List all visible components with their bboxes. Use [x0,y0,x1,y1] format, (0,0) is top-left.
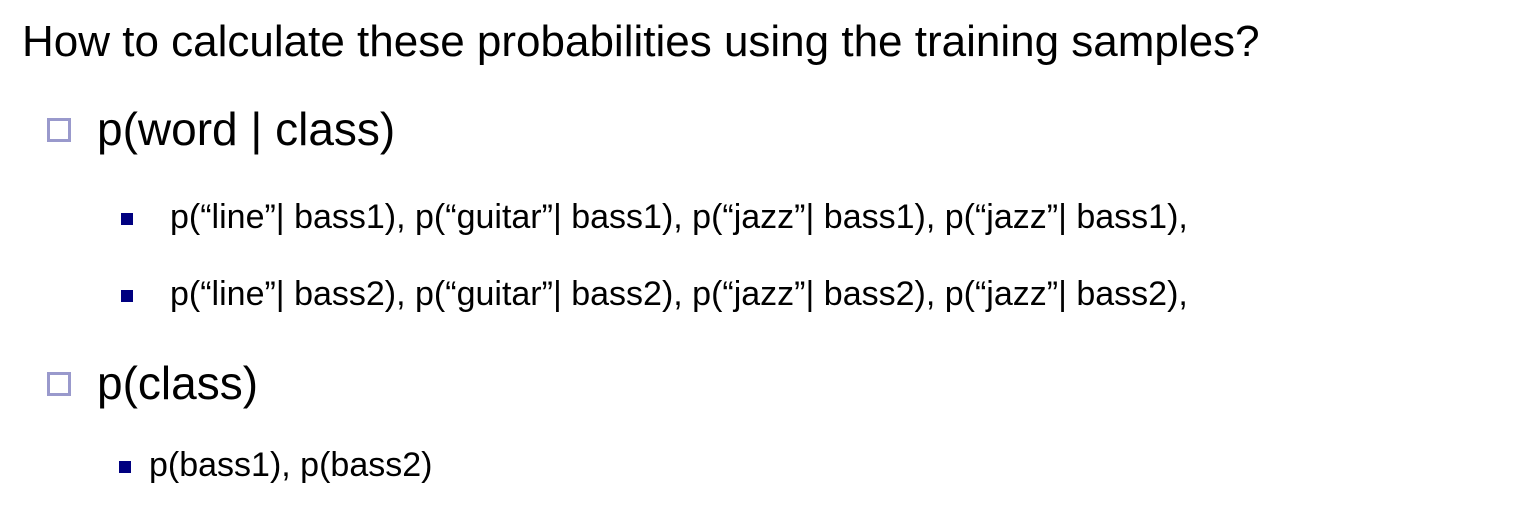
sub-bullet-item: p(“line”| bass2), p(“guitar”| bass2), p(… [170,275,1188,313]
bullet-item: p(class) [97,357,259,409]
filled-square-bullet-icon [121,290,133,302]
filled-square-bullet-icon [119,461,131,473]
hollow-square-bullet-icon [47,372,71,396]
bullet-item: p(word | class) [97,103,396,155]
slide-title: How to calculate these probabilities usi… [22,17,1260,66]
hollow-square-bullet-icon [47,118,71,142]
filled-square-bullet-icon [121,213,133,225]
sub-bullet-item: p(“line”| bass1), p(“guitar”| bass1), p(… [170,198,1188,236]
sub-bullet-item: p(bass1), p(bass2) [149,446,433,484]
